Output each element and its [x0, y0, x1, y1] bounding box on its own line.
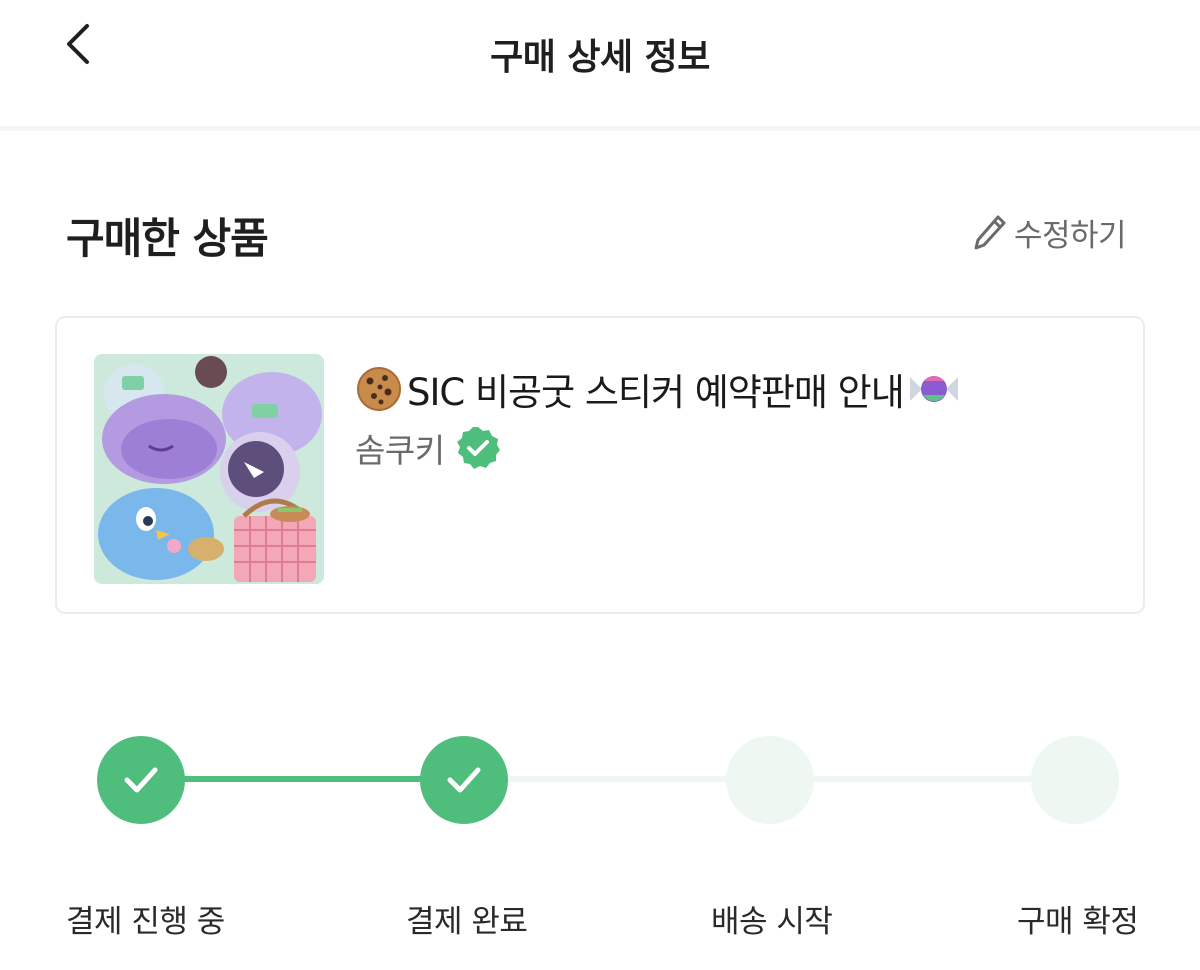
order-progress: 결제 진행 중 결제 완료 배송 시작 구매 확정: [0, 720, 1200, 970]
pencil-icon: [974, 215, 1006, 250]
product-title: SIC 비공굿 스티커 예약판매 안내: [355, 362, 962, 416]
product-name: SIC 비공굿 스티커 예약판매 안내: [407, 371, 905, 414]
check-icon: [124, 767, 158, 793]
verified-badge-icon: [456, 427, 500, 469]
step-2-dot: [420, 736, 508, 824]
candy-icon: [909, 376, 958, 402]
product-thumbnail: [94, 354, 324, 584]
edit-label: 수정하기: [1014, 217, 1127, 254]
seller-row: 솜쿠키: [355, 424, 501, 472]
cookie-icon: [357, 367, 401, 411]
seller-name: 솜쿠키: [355, 431, 445, 470]
top-bar: 구매 상세 정보: [0, 0, 1200, 128]
step-4-label: 구매 확정: [1017, 904, 1139, 940]
step-2-label: 결제 완료: [406, 904, 528, 940]
header-divider: [0, 126, 1200, 131]
progress-track-done: [141, 776, 464, 782]
step-4-dot: [1031, 736, 1119, 824]
edit-button[interactable]: 수정하기: [972, 210, 1127, 254]
page-title: 구매 상세 정보: [490, 37, 710, 78]
product-card[interactable]: SIC 비공굿 스티커 예약판매 안내 솜쿠키: [55, 316, 1145, 614]
step-3-dot: [726, 736, 814, 824]
step-1-dot: [97, 736, 185, 824]
step-1-label: 결제 진행 중: [66, 904, 225, 940]
step-3-label: 배송 시작: [711, 904, 833, 940]
section-title: 구매한 상품: [66, 214, 269, 263]
check-icon: [447, 767, 481, 793]
